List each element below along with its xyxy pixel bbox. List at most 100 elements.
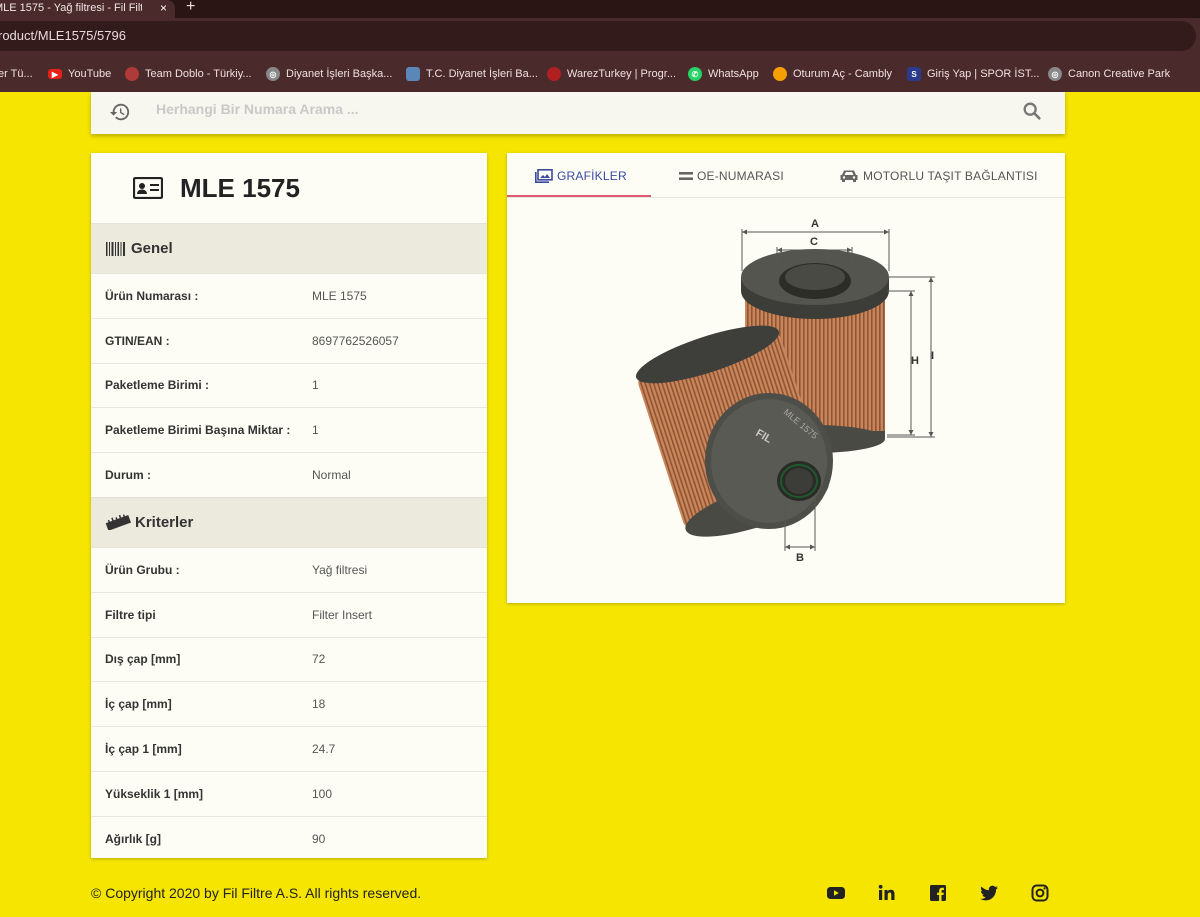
- criteria-section-title: Kriterler: [135, 513, 194, 531]
- linkedin-icon[interactable]: [877, 883, 897, 903]
- tab-graphics[interactable]: GRAFİKLER: [535, 153, 627, 198]
- tab-oe-number[interactable]: OE-NUMARASI: [679, 153, 784, 198]
- bookmark-label: Diyanet İşleri Başka...: [286, 68, 393, 80]
- bookmark-item[interactable]: Team Doblo - Türkiy...: [125, 56, 252, 92]
- spec-value: 18: [312, 697, 326, 712]
- instagram-icon[interactable]: [1030, 883, 1050, 903]
- filter-endcap: FIL MLE 1575: [705, 393, 833, 529]
- criteria-section-header: Kriterler: [91, 496, 487, 547]
- bookmark-item[interactable]: ◎ Diyanet İşleri Başka...: [266, 56, 392, 92]
- bookmark-label: Giriş Yap | SPOR İST...: [927, 68, 1040, 80]
- bookmark-item[interactable]: er Tü...: [0, 56, 33, 92]
- bookmark-label: WhatsApp: [708, 68, 759, 80]
- site-icon: [547, 67, 561, 81]
- spec-label: İç çap [mm]: [105, 697, 172, 712]
- barcode-icon: [106, 241, 125, 256]
- spec-row: Paketleme Birimi : 1: [91, 362, 487, 408]
- product-diagram: FIL MLE 1575 A C H I B: [507, 199, 1065, 603]
- bookmark-label: Team Doblo - Türkiy...: [145, 68, 252, 80]
- bookmark-label: er Tü...: [0, 68, 33, 80]
- bookmark-label: WarezTurkey | Progr...: [567, 68, 677, 80]
- spec-label: GTIN/EAN :: [105, 333, 170, 348]
- twitter-icon[interactable]: [979, 883, 999, 903]
- spec-label: İç çap 1 [mm]: [105, 742, 182, 757]
- search-icon[interactable]: [1021, 100, 1043, 122]
- bookmark-item[interactable]: WarezTurkey | Progr...: [547, 56, 676, 92]
- search-bar[interactable]: Herhangi Bir Numara Arama ...: [91, 92, 1065, 134]
- bookmarks-bar: er Tü... ▶ YouTube Team Doblo - Türkiy...…: [0, 56, 1200, 92]
- spec-label: Filtre tipi: [105, 607, 156, 622]
- spec-row: Filtre tipi Filter Insert: [91, 591, 487, 637]
- spec-row: İç çap [mm] 18: [91, 681, 487, 726]
- spec-row: Dış çap [mm] 72: [91, 636, 487, 682]
- spec-row: Paketleme Birimi Başına Miktar : 1: [91, 407, 487, 452]
- browser-tab-title: MLE 1575 - Yağ filtresi - Fil Filtre: [0, 2, 142, 14]
- spec-value: 24.7: [312, 742, 336, 757]
- tab-vehicle[interactable]: MOTORLU TAŞIT BAĞLANTISI: [839, 153, 1038, 198]
- globe-icon: ◎: [266, 67, 280, 81]
- spec-label: Ürün Numarası :: [105, 288, 199, 303]
- url-field[interactable]: roduct/MLE1575/5796: [0, 21, 1196, 51]
- spec-value: 90: [312, 831, 326, 846]
- site-icon: S: [907, 67, 921, 81]
- spec-value: Yağ filtresi: [312, 562, 368, 577]
- spec-value: 1: [312, 378, 319, 393]
- youtube-icon: ▶: [48, 69, 62, 79]
- url-text: roduct/MLE1575/5796: [0, 28, 126, 43]
- bookmark-item[interactable]: S Giriş Yap | SPOR İST...: [907, 56, 1039, 92]
- spec-row: GTIN/EAN : 8697762526057: [91, 317, 487, 363]
- product-header: MLE 1575: [91, 153, 487, 223]
- spec-value: 8697762526057: [312, 333, 399, 348]
- spec-value: 100: [312, 786, 333, 801]
- spec-value: 72: [312, 652, 326, 667]
- graphics-card: GRAFİKLER OE-NUMARASI MOTORLU TAŞIT BAĞL…: [507, 153, 1065, 603]
- spec-label: Durum :: [105, 468, 151, 483]
- bookmark-label: T.C. Diyanet İşleri Ba...: [426, 68, 538, 80]
- equals-icon: [679, 171, 693, 180]
- dim-label-b: B: [796, 552, 804, 564]
- site-icon: [125, 67, 139, 81]
- browser-tab[interactable]: MLE 1575 - Yağ filtresi - Fil Filtre ×: [0, 0, 175, 18]
- tab-vehicle-label: MOTORLU TAŞIT BAĞLANTISI: [863, 168, 1038, 183]
- product-title: MLE 1575: [180, 172, 300, 203]
- tab-graphics-label: GRAFİKLER: [557, 168, 627, 183]
- dim-label-a: A: [811, 218, 819, 230]
- browser-tab-strip: MLE 1575 - Yağ filtresi - Fil Filtre × +: [0, 0, 1200, 18]
- image-icon: [535, 168, 553, 183]
- spec-label: Dış çap [mm]: [105, 652, 181, 667]
- spec-value: MLE 1575: [312, 288, 367, 303]
- bookmark-item[interactable]: ✆ WhatsApp: [688, 56, 759, 92]
- new-tab-button[interactable]: +: [186, 0, 195, 16]
- facebook-icon[interactable]: [928, 883, 948, 903]
- bookmark-label: YouTube: [68, 68, 112, 80]
- spec-row: Durum : Normal: [91, 452, 487, 497]
- dim-label-i: I: [931, 350, 934, 362]
- copyright-text: © Copyright 2020 by Fil Filtre A.S. All …: [91, 885, 422, 901]
- general-section-header: Genel: [91, 223, 487, 273]
- youtube-icon[interactable]: [826, 883, 846, 903]
- spec-label: Ağırlık [g]: [105, 831, 161, 846]
- spec-row: Yükseklik 1 [mm] 100: [91, 770, 487, 816]
- spec-value: 1: [312, 423, 319, 438]
- tab-bar: GRAFİKLER OE-NUMARASI MOTORLU TAŞIT BAĞL…: [507, 153, 1065, 198]
- spec-label: Paketleme Birimi Başına Miktar :: [105, 423, 291, 438]
- whatsapp-icon: ✆: [688, 67, 702, 81]
- bookmark-item[interactable]: Oturum Aç - Cambly: [773, 56, 892, 92]
- bookmark-item[interactable]: ▶ YouTube: [48, 56, 111, 92]
- general-section-title: Genel: [131, 240, 173, 257]
- bookmark-item[interactable]: ◎ Canon Creative Park: [1048, 56, 1170, 92]
- bookmark-label: Canon Creative Park: [1068, 68, 1171, 80]
- spec-label: Ürün Grubu :: [105, 562, 180, 577]
- history-icon[interactable]: [109, 101, 131, 123]
- dim-label-h: H: [911, 355, 919, 367]
- address-bar: roduct/MLE1575/5796: [0, 18, 1200, 56]
- spec-value: Filter Insert: [312, 607, 373, 622]
- spec-row: Ürün Numarası : MLE 1575: [91, 273, 487, 318]
- site-icon: [406, 67, 420, 81]
- spec-label: Yükseklik 1 [mm]: [105, 786, 204, 801]
- bookmark-item[interactable]: T.C. Diyanet İşleri Ba...: [406, 56, 538, 92]
- search-input[interactable]: Herhangi Bir Numara Arama ...: [156, 92, 359, 126]
- close-tab-icon[interactable]: ×: [160, 0, 167, 16]
- tab-oe-label: OE-NUMARASI: [697, 168, 784, 183]
- active-tab-indicator: [507, 195, 651, 197]
